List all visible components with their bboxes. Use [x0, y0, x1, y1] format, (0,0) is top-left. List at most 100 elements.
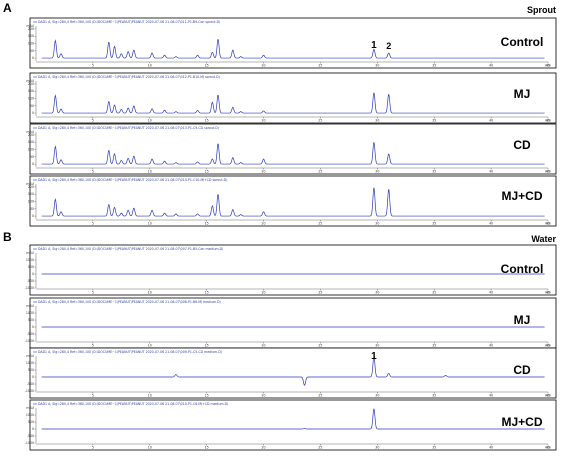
- trace-header: DAD1 A, Sig=280,4 Ref=360,100 (D:\DOCUME…: [38, 300, 221, 304]
- x-tick-label: 40: [489, 344, 493, 348]
- x-tick-label: 5: [92, 64, 94, 68]
- x-tick-label: 25: [318, 344, 322, 348]
- x-tick-label: 10: [148, 446, 152, 450]
- x-tick-label: 40: [489, 64, 493, 68]
- trace-header: DAD1 A, Sig=280,4 Ref=360,100 (D:\DOCUME…: [38, 247, 223, 251]
- x-tick-label: 10: [148, 344, 152, 348]
- x-tick-label: 15: [205, 291, 209, 295]
- x-unit-label: min: [545, 64, 551, 68]
- chromatogram-frame: [29, 72, 557, 124]
- x-tick-label: 25: [318, 394, 322, 398]
- condition-label: CD: [513, 363, 531, 377]
- row-a-control: DAD1 A, Sig=280,4 Ref=360,100 (D:\DOCUME…: [26, 17, 557, 69]
- y-tick-label: 50: [30, 207, 34, 211]
- y-unit-label: mAU: [26, 251, 34, 255]
- x-unit-label: min: [545, 119, 551, 123]
- x-tick-label: 20: [262, 119, 266, 123]
- x-tick-label: 15: [205, 170, 209, 174]
- peak-label-1: 1: [371, 351, 377, 362]
- y-tick-label: 1000: [26, 413, 34, 417]
- x-tick-label: 15: [205, 446, 209, 450]
- trace-header: DAD1 A, Sig=280,4 Ref=360,100 (D:\DOCUME…: [38, 402, 228, 406]
- x-tick-label: 35: [432, 291, 436, 295]
- peak-label-1: 1: [371, 40, 377, 51]
- x-tick-label: 40: [489, 222, 493, 226]
- x-tick-label: 30: [375, 446, 379, 450]
- x-tick-label: 25: [318, 170, 322, 174]
- x-unit-label: min: [545, 394, 551, 398]
- x-tick-label: 10: [148, 394, 152, 398]
- x-tick-label: 25: [318, 291, 322, 295]
- row-a-mj: DAD1 A, Sig=280,4 Ref=360,100 (D:\DOCUME…: [26, 72, 557, 124]
- x-tick-label: 10: [148, 64, 152, 68]
- y-tick-label: 200: [28, 185, 34, 189]
- x-tick-label: 15: [205, 222, 209, 226]
- x-tick-label: 20: [262, 344, 266, 348]
- row-a-cd: DAD1 A, Sig=280,4 Ref=360,100 (D:\DOCUME…: [26, 123, 557, 175]
- y-tick-label: 500: [28, 318, 34, 322]
- y-tick-label: 50: [30, 49, 34, 53]
- x-tick-label: 10: [148, 291, 152, 295]
- x-tick-label: 30: [375, 344, 379, 348]
- x-tick-label: 35: [432, 119, 436, 123]
- y-unit-label: mAU: [26, 406, 34, 410]
- x-tick-label: 10: [148, 119, 152, 123]
- y-tick-label: 150: [28, 34, 34, 38]
- y-tick-label: 1000: [26, 361, 34, 365]
- condition-label: MJ: [514, 87, 531, 101]
- condition-label: MJ+CD: [501, 415, 542, 429]
- x-tick-label: 40: [489, 170, 493, 174]
- y-tick-label: 50: [30, 104, 34, 108]
- x-unit-label: min: [545, 344, 551, 348]
- x-tick-label: 30: [375, 170, 379, 174]
- y-tick-label: 100: [28, 97, 34, 101]
- panel-letter-a: A: [3, 1, 12, 15]
- trace-header: DAD1 A, Sig=280,4 Ref=360,100 (D:\DOCUME…: [38, 350, 222, 354]
- y-tick-label: -1000: [25, 286, 34, 290]
- x-unit-label: min: [545, 170, 551, 174]
- x-tick-label: 20: [262, 64, 266, 68]
- y-tick-label: 150: [28, 192, 34, 196]
- x-tick-label: 15: [205, 64, 209, 68]
- x-tick-label: 5: [92, 222, 94, 226]
- y-tick-label: 0: [32, 111, 34, 115]
- row-b-cd: DAD1 A, Sig=280,4 Ref=360,100 (D:\DOCUME…: [25, 347, 557, 399]
- x-tick-label: 35: [432, 64, 436, 68]
- x-tick-label: 10: [148, 170, 152, 174]
- x-tick-label: 15: [205, 344, 209, 348]
- condition-label: MJ+CD: [501, 189, 542, 203]
- chromatogram-frame: [29, 244, 557, 296]
- x-tick-label: 20: [262, 222, 266, 226]
- trace-header: DAD1 A, Sig=280,4 Ref=360,100 (D:\DOCUME…: [38, 126, 219, 130]
- x-tick-label: 5: [92, 344, 94, 348]
- y-tick-label: -1000: [25, 339, 34, 343]
- chromatogram-rows: DAD1 A, Sig=280,4 Ref=360,100 (D:\DOCUME…: [25, 17, 557, 451]
- y-tick-label: 500: [28, 368, 34, 372]
- y-tick-label: 0: [32, 375, 34, 379]
- y-tick-label: 0: [32, 162, 34, 166]
- y-tick-label: 200: [28, 82, 34, 86]
- x-tick-label: 20: [262, 394, 266, 398]
- condition-label: MJ: [514, 313, 531, 327]
- row-b-control: DAD1 A, Sig=280,4 Ref=360,100 (D:\DOCUME…: [25, 244, 557, 296]
- x-tick-label: 5: [92, 394, 94, 398]
- x-tick-label: 30: [375, 291, 379, 295]
- x-tick-label: 10: [148, 222, 152, 226]
- y-tick-label: 500: [28, 265, 34, 269]
- y-tick-label: -500: [27, 434, 34, 438]
- y-tick-label: -500: [27, 332, 34, 336]
- y-tick-label: 150: [28, 140, 34, 144]
- y-tick-label: 100: [28, 148, 34, 152]
- row-a-mj-cd: DAD1 A, Sig=280,4 Ref=360,100 (D:\DOCUME…: [26, 175, 557, 227]
- trace-header: DAD1 A, Sig=280,4 Ref=360,100 (D:\DOCUME…: [38, 178, 227, 182]
- y-tick-label: -500: [27, 279, 34, 283]
- x-tick-label: 30: [375, 119, 379, 123]
- y-unit-label: mAU: [26, 304, 34, 308]
- x-tick-label: 5: [92, 291, 94, 295]
- x-tick-label: 30: [375, 394, 379, 398]
- y-tick-label: 50: [30, 155, 34, 159]
- y-tick-label: -1000: [25, 389, 34, 393]
- x-unit-label: min: [545, 222, 551, 226]
- condition-label: CD: [513, 138, 531, 152]
- x-tick-label: 40: [489, 291, 493, 295]
